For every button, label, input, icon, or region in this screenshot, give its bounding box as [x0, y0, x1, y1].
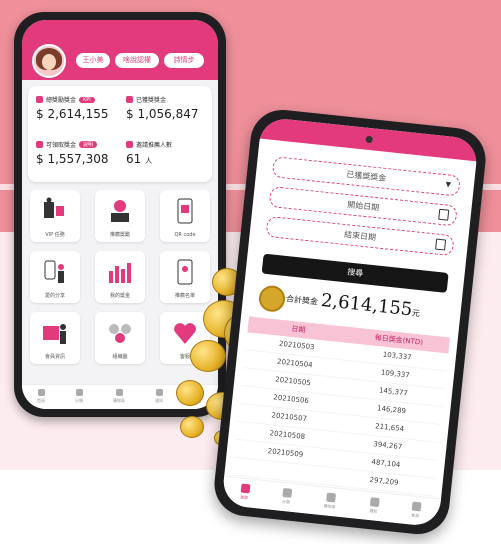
member-illustration [43, 324, 66, 344]
header-button-2[interactable]: 詩情步 [164, 53, 204, 68]
home-icon [37, 389, 45, 396]
left-screen: 王小美 啥說認權 詩情步 總獎勵獎金 KPI $ 2,614,155 已獲獎獎金 … [22, 20, 218, 409]
total-value: 2,614,155元 [320, 289, 421, 321]
stat-total-value: $ 2,614,155 [36, 107, 109, 121]
stat-available-value: $ 1,557,308 [36, 152, 109, 166]
tile-qr-code[interactable]: QR code [160, 190, 210, 242]
stat-received-value: $ 1,056,847 [126, 107, 199, 121]
people-icon [126, 141, 133, 148]
org-illustration [109, 324, 131, 343]
tile-vip-task[interactable]: VIP 任務 [30, 190, 80, 242]
header-button-1[interactable]: 啥說認權 [115, 53, 159, 68]
coin-decoration [180, 416, 204, 438]
stat-invites: 邀請推薦人數 61 人 [126, 141, 173, 166]
money-bag-icon [126, 96, 133, 103]
nav-home[interactable]: 首頁 [26, 389, 56, 404]
phone-right: 已獲獎獎金 ▼ 開始日期 結束日期 搜尋 合計獎金 2,614,155元 日期 … [211, 106, 489, 538]
wallet-icon [36, 96, 43, 103]
cart-icon [325, 492, 336, 503]
referral-illustration [111, 200, 129, 222]
coin-stack-icon [257, 284, 287, 314]
nav-cart[interactable]: 購物車 [311, 491, 349, 512]
tile-org-chart[interactable]: 組織圖 [95, 312, 145, 364]
bell-icon [155, 389, 163, 396]
explain-tag[interactable]: 說明 [79, 141, 98, 148]
grid-icon [75, 389, 83, 396]
tile-love-share[interactable]: 愛的分享 [30, 251, 80, 303]
nav-notify[interactable]: 通知 [144, 389, 174, 404]
stat-received: 已獲獎獎金 $ 1,056,847 [126, 96, 199, 121]
vip-task-illustration [44, 197, 64, 218]
user-icon [411, 501, 422, 512]
profile-header: 王小美 啥說認權 詩情步 [22, 20, 218, 80]
daily-bonus-table: 日期 每日獎金(NTD) 20210503 103,337 20210504 109… [232, 316, 450, 497]
nav-notify[interactable]: 通知 [355, 496, 393, 517]
cart-icon [115, 389, 123, 396]
nav-category[interactable]: 分類 [268, 486, 306, 507]
right-screen: 已獲獎獎金 ▼ 開始日期 結束日期 搜尋 合計獎金 2,614,155元 日期 … [221, 116, 479, 528]
grid-icon [281, 487, 292, 498]
stat-invites-value: 61 人 [126, 152, 153, 166]
bar-chart-illustration [109, 263, 131, 283]
user-name-pill[interactable]: 王小美 [76, 53, 110, 68]
nav-home[interactable]: 首頁 [226, 482, 264, 503]
tile-my-bonus[interactable]: 我的獎金 [95, 251, 145, 303]
list-illustration [177, 259, 193, 285]
coin-decoration [176, 380, 204, 406]
tile-referral-list[interactable]: 推薦名單 [160, 251, 210, 303]
home-icon [240, 483, 250, 494]
nav-category[interactable]: 分類 [64, 389, 94, 404]
coin-decoration [190, 340, 226, 372]
calendar-icon [438, 208, 450, 221]
avatar[interactable] [32, 44, 66, 78]
calendar-icon [435, 238, 447, 251]
stat-available: 可領取獎金 說明 $ 1,557,308 [36, 141, 109, 166]
caret-down-icon: ▼ [445, 180, 452, 189]
nav-cart[interactable]: 購物車 [104, 389, 134, 404]
bonus-summary-card: 總獎勵獎金 KPI $ 2,614,155 已獲獎獎金 $ 1,056,847 可… [28, 86, 212, 182]
stat-total: 總獎勵獎金 KPI $ 2,614,155 [36, 96, 109, 121]
share-illustration [44, 260, 64, 283]
tile-referral-reward[interactable]: 推薦獎勵 [95, 190, 145, 242]
nav-member[interactable]: 會員 [397, 500, 435, 521]
qr-phone-illustration [177, 198, 193, 224]
coin-icon [36, 141, 43, 148]
tile-member-info[interactable]: 會員資訊 [30, 312, 80, 364]
bell-icon [369, 497, 380, 507]
